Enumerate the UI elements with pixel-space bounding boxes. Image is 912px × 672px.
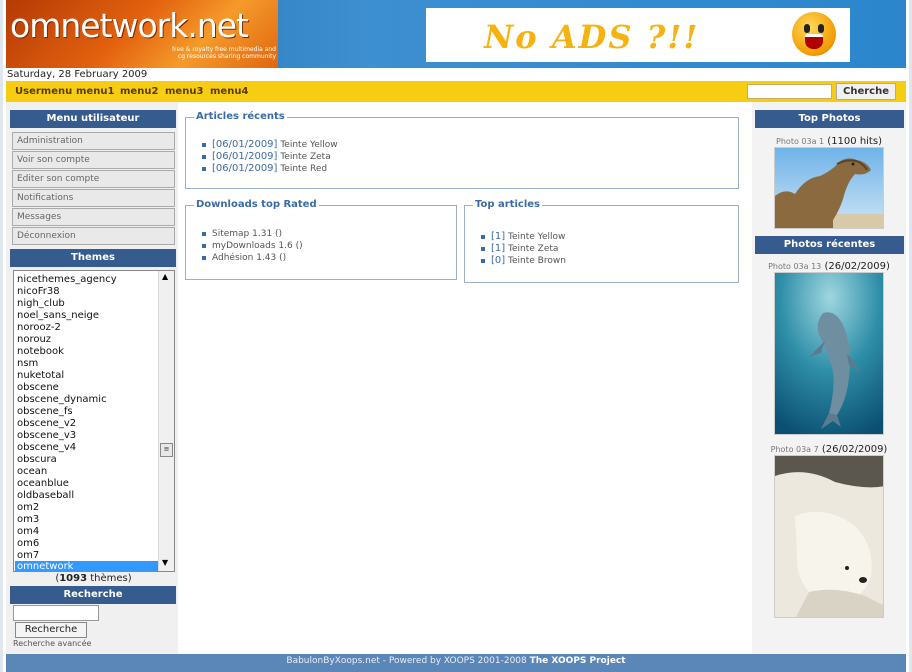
recent-photo-caption: Photo 03a 7 (26/02/2009) [770, 444, 888, 455]
nav-item-menu4[interactable]: menu4 [210, 86, 248, 97]
list-item[interactable]: myDownloads 1.6 () [202, 241, 303, 251]
theme-option[interactable]: oceanblue [17, 478, 157, 490]
xoops-project-link[interactable]: The XOOPS Project [530, 656, 626, 666]
nav-item-usermenu[interactable]: Usermenu [15, 86, 72, 97]
theme-option[interactable]: om4 [17, 526, 157, 538]
side-search-input[interactable] [13, 605, 99, 621]
theme-option[interactable]: om6 [17, 538, 157, 550]
recent-photo-caption: Photo 03a 13 (26/02/2009) [768, 261, 890, 272]
theme-option[interactable]: obscene_v2 [17, 418, 157, 430]
theme-list-scrollbar[interactable]: ▲ ≡ ▼ [158, 271, 174, 571]
logo-tagline: free & royalty free multimedia and cg re… [172, 46, 276, 60]
user-menu-messages[interactable]: Messages [12, 208, 175, 226]
list-item[interactable]: [06/01/2009] Teinte Yellow [202, 139, 338, 150]
list-item[interactable]: [06/01/2009] Teinte Zeta [202, 151, 331, 162]
top-search-button[interactable]: Cherche [836, 83, 896, 100]
top-photos-title: Top Photos [755, 110, 904, 128]
user-menu-title: Menu utilisateur [10, 110, 176, 128]
theme-option[interactable]: om3 [17, 514, 157, 526]
user-menu-notifications[interactable]: Notifications [12, 189, 175, 207]
top-search-input[interactable] [747, 84, 832, 99]
theme-option[interactable]: notebook [17, 346, 157, 358]
user-menu-logout[interactable]: Déconnexion [12, 227, 175, 245]
downloads-top-rated-block: Downloads top Rated Sitemap 1.31 () myDo… [185, 199, 457, 280]
scroll-up-icon[interactable]: ▲ [162, 272, 168, 281]
dolphin-photo-thumbnail[interactable] [774, 272, 884, 435]
user-menu-administration[interactable]: Administration [12, 132, 175, 150]
header: omnetwork.net free & royalty free multim… [6, 0, 906, 68]
theme-option[interactable]: oldbaseball [17, 490, 157, 502]
logo-text: omnetwork.net [10, 6, 249, 45]
left-sidebar: Menu utilisateur Administration Voir son… [6, 102, 178, 654]
polar-bear-photo-thumbnail[interactable] [774, 455, 884, 618]
user-menu-edit-account[interactable]: Editer son compte [12, 170, 175, 188]
site-logo[interactable]: omnetwork.net free & royalty free multim… [6, 0, 278, 68]
theme-option[interactable]: nicethemes_agency [17, 274, 157, 286]
theme-option[interactable]: obscene_v3 [17, 430, 157, 442]
themes-title: Themes [10, 249, 176, 267]
nav-item-menu3[interactable]: menu3 [165, 86, 203, 97]
nav-item-menu1[interactable]: menu1 [76, 86, 114, 97]
theme-option[interactable]: nigh_club [17, 298, 157, 310]
theme-option-selected[interactable]: omnetwork [15, 561, 158, 571]
list-item[interactable]: [0] Teinte Brown [481, 255, 566, 266]
top-articles-title: Top articles [473, 199, 542, 210]
scroll-thumb[interactable]: ≡ [160, 443, 173, 457]
recent-articles-title: Articles récents [194, 111, 287, 122]
banner-text: No ADS ?!! [484, 18, 700, 56]
list-item[interactable]: [1] Teinte Yellow [481, 231, 565, 242]
list-item[interactable]: [06/01/2009] Teinte Red [202, 163, 327, 174]
nav-item-menu2[interactable]: menu2 [120, 86, 158, 97]
top-articles-block: Top articles [1] Teinte Yellow [1] Teint… [464, 199, 739, 283]
camel-photo-thumbnail[interactable] [774, 147, 884, 229]
theme-option[interactable]: norooz-2 [17, 322, 157, 334]
theme-option[interactable]: ocean [17, 466, 157, 478]
theme-select-list[interactable]: nicethemes_agency nicoFr38 nigh_club noe… [13, 270, 175, 572]
theme-option[interactable]: obscura [17, 454, 157, 466]
recent-articles-block: Articles récents [06/01/2009] Teinte Yel… [185, 111, 739, 189]
advanced-search-link[interactable]: Recherche avancée [13, 639, 91, 648]
footer: BabulonByXoops.net - Powered by XOOPS 20… [6, 654, 906, 672]
list-item[interactable]: Adhésion 1.43 () [202, 253, 286, 263]
theme-option[interactable]: nsm [17, 358, 157, 370]
page: omnetwork.net free & royalty free multim… [0, 0, 912, 672]
list-item[interactable]: Sitemap 1.31 () [202, 229, 282, 239]
current-date: Saturday, 28 February 2009 [6, 68, 906, 81]
ad-banner[interactable]: No ADS ?!! [426, 8, 850, 62]
theme-option[interactable]: obscene_v4 [17, 442, 157, 454]
shouting-smiley-icon [792, 12, 836, 56]
theme-option[interactable]: obscene_dynamic [17, 394, 157, 406]
recent-photos-title: Photos récentes [755, 236, 904, 254]
search-block-title: Recherche [10, 586, 176, 604]
theme-count: (1093 thèmes) [55, 573, 132, 584]
top-photo-caption: Photo 03a 1 (1100 hits) [776, 136, 882, 147]
theme-option[interactable]: om2 [17, 502, 157, 514]
theme-option[interactable]: nuketotal [17, 370, 157, 382]
scroll-down-icon[interactable]: ▼ [162, 558, 168, 567]
theme-option[interactable]: nicoFr38 [17, 286, 157, 298]
right-sidebar: Top Photos Photo 03a 1 (1100 hits) Photo… [752, 102, 906, 654]
top-nav: Usermenu menu1 menu2 menu3 menu4 Cherche [6, 81, 906, 102]
side-search-button[interactable]: Recherche [15, 622, 87, 638]
theme-option[interactable]: obscene_fs [17, 406, 157, 418]
theme-option[interactable]: noel_sans_neige [17, 310, 157, 322]
theme-option[interactable]: norouz [17, 334, 157, 346]
list-item[interactable]: [1] Teinte Zeta [481, 243, 558, 254]
theme-option[interactable]: obscene [17, 382, 157, 394]
downloads-title: Downloads top Rated [194, 199, 319, 210]
user-menu-view-account[interactable]: Voir son compte [12, 151, 175, 169]
